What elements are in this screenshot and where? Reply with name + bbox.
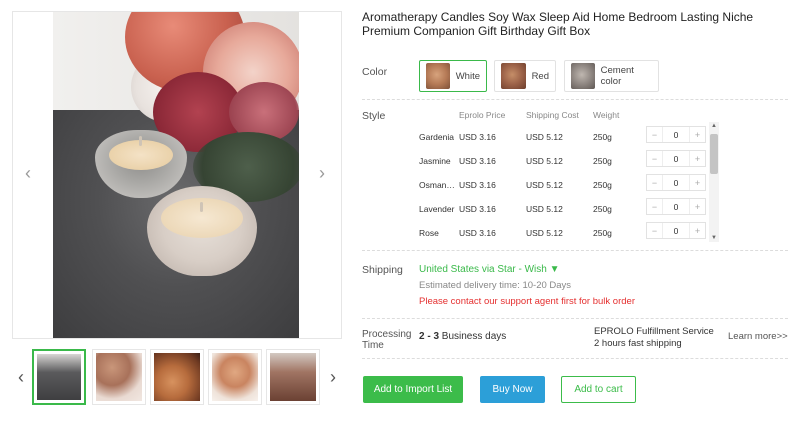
- style-weight: 250g: [593, 204, 612, 214]
- increment-button[interactable]: +: [690, 130, 705, 140]
- divider: [362, 250, 788, 251]
- quantity-input[interactable]: 0: [662, 199, 690, 214]
- color-option-cement[interactable]: Cement color: [564, 60, 659, 92]
- color-option-red[interactable]: Red: [494, 60, 556, 92]
- processing-time-label: Processing Time: [362, 329, 412, 351]
- fulfillment-service-subtitle: 2 hours fast shipping: [594, 337, 682, 349]
- thumbnail-1[interactable]: [32, 349, 86, 405]
- increment-button[interactable]: +: [690, 226, 705, 236]
- quantity-stepper: − 0 +: [646, 174, 706, 191]
- gallery-next-icon[interactable]: ›: [314, 164, 330, 182]
- style-shipping: USD 5.12: [526, 180, 563, 190]
- color-swatch-image: [571, 63, 595, 89]
- increment-button[interactable]: +: [690, 178, 705, 188]
- style-weight: 250g: [593, 156, 612, 166]
- style-shipping: USD 5.12: [526, 204, 563, 214]
- style-price: USD 3.16: [459, 228, 496, 238]
- style-name: Lavender: [419, 204, 455, 214]
- style-shipping: USD 5.12: [526, 228, 563, 238]
- quantity-input[interactable]: 0: [662, 127, 690, 142]
- thumb-next-icon[interactable]: ›: [326, 368, 340, 386]
- decrement-button[interactable]: −: [647, 178, 662, 188]
- color-option-label: Cement color: [600, 65, 634, 87]
- color-swatch-image: [426, 63, 450, 89]
- thumbnail-3[interactable]: [150, 349, 204, 405]
- shipping-label: Shipping: [362, 264, 403, 276]
- color-option-white[interactable]: White: [419, 60, 487, 92]
- processing-days-range: 2 - 3: [419, 331, 440, 342]
- quantity-stepper: − 0 +: [646, 150, 706, 167]
- style-name: Osmant…: [419, 180, 455, 190]
- thumbnail-strip: ‹ ›: [12, 349, 342, 405]
- style-shipping: USD 5.12: [526, 156, 563, 166]
- style-label: Style: [362, 110, 386, 122]
- quantity-stepper: − 0 +: [646, 198, 706, 215]
- shipping-method-dropdown[interactable]: United States via Star - Wish ▼: [419, 264, 560, 275]
- main-image-box: [12, 11, 342, 339]
- processing-days-unit: Business days: [439, 331, 507, 342]
- divider: [362, 358, 788, 359]
- decrement-button[interactable]: −: [647, 154, 662, 164]
- color-option-label: Red: [531, 70, 549, 82]
- thumbnail-5[interactable]: [266, 349, 320, 405]
- buy-now-button[interactable]: Buy Now: [480, 376, 545, 403]
- style-row-lavender: Lavender USD 3.16 USD 5.12 250g − 0 +: [419, 198, 719, 222]
- processing-days: 2 - 3 Business days: [419, 331, 506, 342]
- quantity-input[interactable]: 0: [662, 151, 690, 166]
- style-weight: 250g: [593, 132, 612, 142]
- style-row-osmanthus: Osmant… USD 3.16 USD 5.12 250g − 0 +: [419, 174, 719, 198]
- scroll-down-icon[interactable]: ▼: [709, 234, 719, 242]
- column-header-shipping: Shipping Cost: [526, 110, 579, 120]
- quantity-input[interactable]: 0: [662, 175, 690, 190]
- color-label: Color: [362, 66, 388, 78]
- decrement-button[interactable]: −: [647, 130, 662, 140]
- gallery-prev-icon[interactable]: ‹: [20, 164, 36, 182]
- thumbnail-2[interactable]: [92, 349, 146, 405]
- quantity-stepper: − 0 +: [646, 222, 706, 239]
- main-product-photo[interactable]: [53, 12, 299, 338]
- style-price: USD 3.16: [459, 204, 496, 214]
- style-name: Rose: [419, 228, 439, 238]
- increment-button[interactable]: +: [690, 202, 705, 212]
- style-name: Jasmine: [419, 156, 451, 166]
- style-name: Gardenia: [419, 132, 454, 142]
- quantity-input[interactable]: 0: [662, 223, 690, 238]
- decrement-button[interactable]: −: [647, 202, 662, 212]
- style-row-gardenia: Gardenia USD 3.16 USD 5.12 250g − 0 +: [419, 126, 719, 150]
- style-weight: 250g: [593, 180, 612, 190]
- column-header-price: Eprolo Price: [459, 110, 506, 120]
- style-shipping: USD 5.12: [526, 132, 563, 142]
- column-header-weight: Weight: [593, 110, 620, 120]
- style-price: USD 3.16: [459, 180, 496, 190]
- product-title: Aromatherapy Candles Soy Wax Sleep Aid H…: [362, 10, 754, 38]
- scroll-up-icon[interactable]: ▲: [709, 122, 719, 130]
- delivery-estimate: Estimated delivery time: 10-20 Days: [419, 280, 572, 291]
- style-list-scrollbar[interactable]: ▲ ▼: [709, 122, 719, 242]
- color-option-label: White: [455, 70, 480, 82]
- style-row-rose: Rose USD 3.16 USD 5.12 250g − 0 +: [419, 222, 719, 246]
- divider: [362, 318, 788, 319]
- scroll-thumb[interactable]: [710, 134, 718, 174]
- thumb-prev-icon[interactable]: ‹: [14, 368, 28, 386]
- fulfillment-service-title: EPROLO Fulfillment Service: [594, 326, 714, 337]
- add-to-cart-button[interactable]: Add to cart: [561, 376, 636, 403]
- increment-button[interactable]: +: [690, 154, 705, 164]
- decrement-button[interactable]: −: [647, 226, 662, 236]
- thumbnail-4[interactable]: [208, 349, 262, 405]
- learn-more-link[interactable]: Learn more>>: [728, 331, 788, 342]
- color-swatch-image: [501, 63, 526, 89]
- fulfillment-service: EPROLO Fulfillment Service 2 hours fast …: [594, 326, 714, 349]
- style-price: USD 3.16: [459, 132, 496, 142]
- style-weight: 250g: [593, 228, 612, 238]
- add-to-import-list-button[interactable]: Add to Import List: [363, 376, 463, 403]
- style-price: USD 3.16: [459, 156, 496, 166]
- quantity-stepper: − 0 +: [646, 126, 706, 143]
- style-row-jasmine: Jasmine USD 3.16 USD 5.12 250g − 0 +: [419, 150, 719, 174]
- divider: [362, 99, 788, 100]
- bulk-order-warning: Please contact our support agent first f…: [419, 296, 635, 307]
